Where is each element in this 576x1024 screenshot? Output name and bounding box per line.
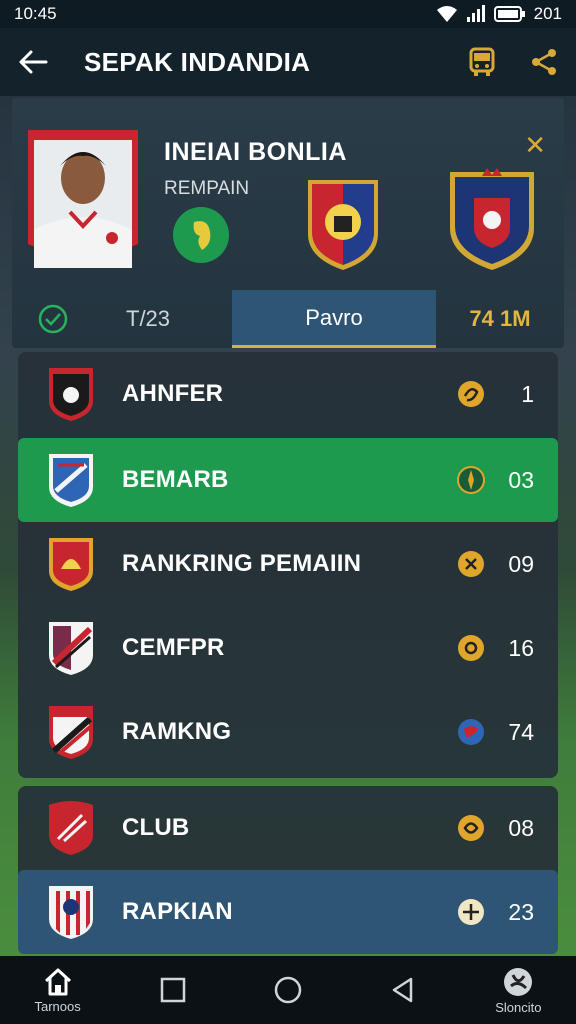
battery-text: 201 [533,4,562,23]
list-item-value: 74 [508,718,534,745]
nav-profile[interactable]: Sloncito [473,956,563,1024]
nav-recents[interactable] [128,956,218,1024]
nav-home[interactable]: Tarnoos [13,956,103,1024]
gold-badge-icon [458,551,484,577]
back-arrow-icon[interactable] [18,49,48,75]
club-crest-icon[interactable] [302,172,384,272]
list-item[interactable]: CEMFPR 16 [18,606,558,690]
player-photo [28,130,138,268]
player-header-card: INEIAI BONLIA REMPAIN ✕ T/23 Pavro 74 1M [12,98,564,348]
list-item-highlighted[interactable]: BEMARB 03 [18,438,558,522]
federation-crest-icon[interactable] [444,162,540,272]
tab-bar: T/23 Pavro 74 1M [12,290,564,348]
tab-score[interactable]: 74 1M [436,290,564,348]
list-item-value: 03 [508,466,534,493]
club-crest-icon [49,454,93,507]
page-title: SEPAK INDANDIA [84,46,311,77]
list-item-selected[interactable]: RAPKIAN 23 [18,870,558,954]
list-item[interactable]: AHNFER 1 [18,352,558,436]
gold-badge-icon [458,381,484,407]
nav-back[interactable] [358,956,448,1024]
check-circle-icon [38,304,68,334]
player-position: REMPAIN [164,178,250,199]
star-badge-icon [458,899,484,925]
list-item-name: AHNFER [122,380,224,407]
globe-icon [458,719,484,745]
list-item-name: CEMFPR [122,634,225,661]
gold-badge-icon [458,815,484,841]
circle-icon [274,976,302,1004]
club-list: CLUB 08 RAPKIAN 23 [18,786,558,954]
list-item-name: CLUB [122,814,190,841]
list-item-value: 16 [508,634,534,661]
list-item-value: 08 [508,814,534,841]
club-crest-icon [49,538,93,591]
back-triangle-icon [392,977,413,1003]
gold-badge-icon [458,635,484,661]
wifi-icon [436,6,457,22]
app-bar-actions [468,47,558,77]
club-crest-icon [49,622,93,675]
soccer-ball-icon [504,967,533,996]
green-team-icon [173,207,229,263]
home-icon [44,968,71,995]
list-item-name: BEMARB [122,466,229,493]
list-item-value: 23 [508,898,534,925]
tab-selected-label: Pavro [305,304,363,330]
list-item-name: RANKRING PEMAIIN [122,550,362,577]
bus-icon[interactable] [468,47,496,77]
app-bar: SEPAK INDANDIA [0,28,576,96]
list-item-value: 09 [508,550,534,577]
square-icon [160,977,186,1003]
tab-score-label: 74 1M [469,306,531,331]
list-item-name: RAPKIAN [122,898,233,925]
list-item[interactable]: RANKRING PEMAIIN 09 [18,522,558,606]
ranking-list: AHNFER 1 BEMARB 03 RANKRING PEMAIIN 09 C… [18,352,558,778]
status-time: 10:45 [14,4,57,23]
list-item[interactable]: CLUB 08 [18,786,558,870]
tab-selected[interactable]: Pavro [232,290,436,348]
status-bar: 10:45 201 [0,0,576,28]
club-crest-icon [49,801,93,855]
club-crest-icon [49,886,93,939]
swords-icon[interactable]: ✕ [524,130,546,161]
nav-home-circle[interactable] [243,956,333,1024]
signal-icon [466,5,485,22]
share-icon[interactable] [530,47,558,77]
list-item-value: 1 [521,380,534,407]
list-item-name: RAMKNG [122,718,232,745]
bottom-navigation: Tarnoos Sloncito [0,956,576,1024]
player-name: INEIAI BONLIA [164,138,347,166]
status-icons: 201 [436,4,562,24]
tab-stats[interactable]: T/23 [12,290,232,348]
club-crest-icon [49,368,93,421]
tab-stats-label: T/23 [126,306,171,331]
list-item[interactable]: RAMKNG 74 [18,690,558,774]
nav-profile-label: Sloncito [495,999,542,1015]
nav-home-label: Tarnoos [34,998,81,1014]
compass-icon [457,466,485,494]
battery-icon [493,6,525,22]
club-crest-icon [49,706,93,759]
